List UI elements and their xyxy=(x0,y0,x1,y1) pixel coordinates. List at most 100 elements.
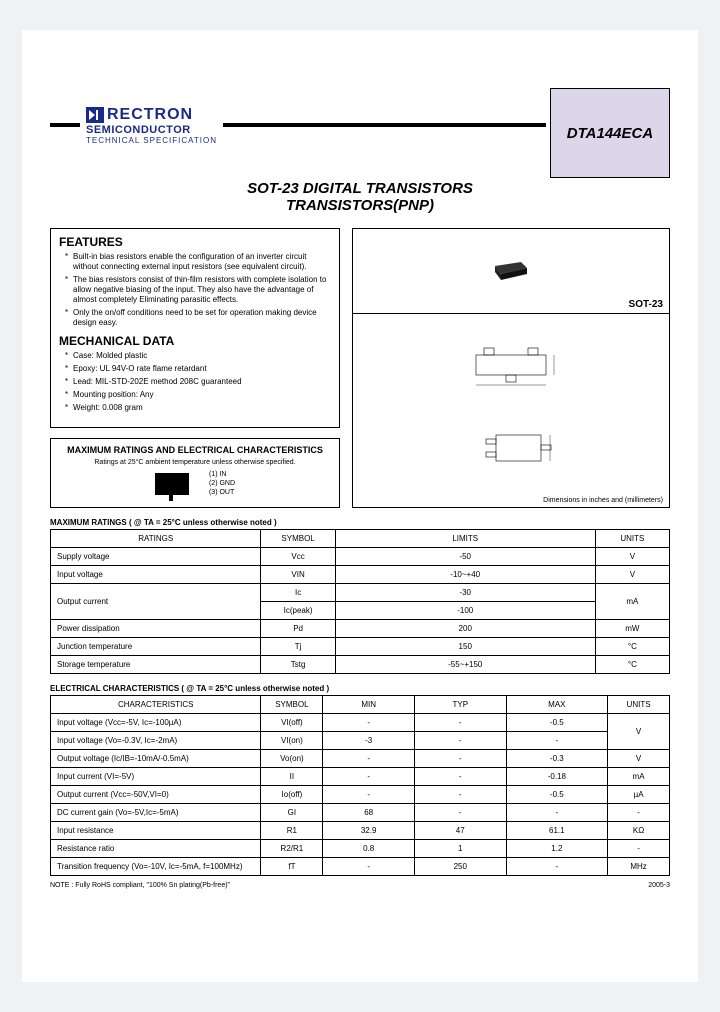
cell: VIN xyxy=(261,566,335,584)
cell: Input voltage xyxy=(51,566,261,584)
cell: V xyxy=(595,566,669,584)
cell: - xyxy=(414,714,506,732)
col-char: CHARACTERISTICS xyxy=(51,696,261,714)
maxchar-title: MAXIMUM RATINGS AND ELECTRICAL CHARACTER… xyxy=(61,445,329,455)
table-row: Supply voltage Vcc -50 V xyxy=(51,548,670,566)
cell: - xyxy=(323,750,415,768)
cell: V xyxy=(595,548,669,566)
cell: 150 xyxy=(335,638,595,656)
cell: Vcc xyxy=(261,548,335,566)
cell: Tstg xyxy=(261,656,335,674)
table-row: DC current gain (Vo=-5V,Ic=-5mA) GI 68 -… xyxy=(51,804,670,822)
cell: µA xyxy=(608,786,670,804)
cell: Transition frequency (Vo=-10V, Ic=-5mA, … xyxy=(51,858,261,876)
cell: Ic xyxy=(261,584,335,602)
cell: - xyxy=(506,804,608,822)
features-list: Built-in bias resistors enable the confi… xyxy=(59,252,331,328)
table-header-row: CHARACTERISTICS SYMBOL MIN TYP MAX UNITS xyxy=(51,696,670,714)
cell: 200 xyxy=(335,620,595,638)
cell: MHz xyxy=(608,858,670,876)
brand-logo: RECTRON SEMICONDUCTOR TECHNICAL SPECIFIC… xyxy=(86,106,217,145)
page-title: SOT-23 DIGITAL TRANSISTORS TRANSISTORS(P… xyxy=(50,180,670,214)
cell: VI(off) xyxy=(261,714,323,732)
footer-rev: 2005-3 xyxy=(648,882,670,889)
left-column: FEATURES Built-in bias resistors enable … xyxy=(50,228,340,508)
cell: mW xyxy=(595,620,669,638)
cell: 250 xyxy=(414,858,506,876)
part-number-box: DTA144ECA xyxy=(550,88,670,178)
max-ratings-title: MAXIMUM RATINGS ( @ TA = 25°C unless oth… xyxy=(50,518,670,527)
cell: - xyxy=(506,858,608,876)
col-limits: LIMITS xyxy=(335,530,595,548)
cell: -0.3 xyxy=(506,750,608,768)
cell: -3 xyxy=(323,732,415,750)
cell: - xyxy=(414,804,506,822)
cell: Input voltage (Vo=-0.3V, Ic=-2mA) xyxy=(51,732,261,750)
dimension-note: Dimensions in inches and (millimeters) xyxy=(543,497,663,504)
cell: °C xyxy=(595,656,669,674)
table-row: Junction temperature Tj 150 °C xyxy=(51,638,670,656)
datasheet-page: RECTRON SEMICONDUCTOR TECHNICAL SPECIFIC… xyxy=(22,30,698,982)
elec-char-table: CHARACTERISTICS SYMBOL MIN TYP MAX UNITS… xyxy=(50,695,670,876)
cell: Io(off) xyxy=(261,786,323,804)
max-ratings-table: RATINGS SYMBOL LIMITS UNITS Supply volta… xyxy=(50,529,670,674)
col-sym: SYMBOL xyxy=(261,696,323,714)
table-row: Resistance ratio R2/R1 0.8 1 1.2- xyxy=(51,840,670,858)
cell: -30 xyxy=(335,584,595,602)
cell: Junction temperature xyxy=(51,638,261,656)
footprint-side-icon xyxy=(446,425,576,475)
elec-char-title: ELECTRICAL CHARACTERISTICS ( @ TA = 25°C… xyxy=(50,684,670,693)
cell: Storage temperature xyxy=(51,656,261,674)
table-row: Input voltage (Vo=-0.3V, Ic=-2mA) VI(on)… xyxy=(51,732,670,750)
cell: 0.8 xyxy=(323,840,415,858)
cell: VI(on) xyxy=(261,732,323,750)
package-label: SOT-23 xyxy=(629,299,663,310)
table-row: Output voltage (Ic/IB=-10mA/-0.5mA) Vo(o… xyxy=(51,750,670,768)
cell: mA xyxy=(595,584,669,620)
col-units: UNITS xyxy=(595,530,669,548)
cell: - xyxy=(323,714,415,732)
cell: - xyxy=(323,858,415,876)
package-box: SOT-23 Dimensions in xyxy=(352,228,670,508)
pin-1: (1) IN xyxy=(209,470,235,479)
cell: V xyxy=(608,714,670,750)
title-line-2: TRANSISTORS(PNP) xyxy=(50,197,670,214)
cell: -10~+40 xyxy=(335,566,595,584)
mech-list: Case: Molded plastic Epoxy: UL 94V-O rat… xyxy=(59,351,331,413)
cell: mA xyxy=(608,768,670,786)
pinout-row: (1) IN (2) GND (3) OUT xyxy=(61,470,329,497)
mech-item: Mounting position: Any xyxy=(65,390,331,400)
cell: Power dissipation xyxy=(51,620,261,638)
mech-heading: MECHANICAL DATA xyxy=(59,334,331,348)
cell: -55~+150 xyxy=(335,656,595,674)
part-number: DTA144ECA xyxy=(567,125,653,142)
cell: -0.5 xyxy=(506,786,608,804)
mech-item: Lead: MIL-STD-202E method 208C guarantee… xyxy=(65,377,331,387)
cell: Output current (Vcc=-50V,VI=0) xyxy=(51,786,261,804)
cell: Input current (VI=-5V) xyxy=(51,768,261,786)
cell: - xyxy=(608,804,670,822)
table-row: Storage temperature Tstg -55~+150 °C xyxy=(51,656,670,674)
sot23-3d-icon xyxy=(491,260,531,282)
cell: -0.5 xyxy=(506,714,608,732)
rule-mid xyxy=(223,123,546,127)
table-row: Input voltage (Vcc=-5V, Ic=-100µA) VI(of… xyxy=(51,714,670,732)
feature-item: The bias resistors consist of thin-film … xyxy=(65,275,331,305)
cell: 1 xyxy=(414,840,506,858)
table-row: Input current (VI=-5V) II - - -0.18mA xyxy=(51,768,670,786)
table-row: Input voltage VIN -10~+40 V xyxy=(51,566,670,584)
col-units: UNITS xyxy=(608,696,670,714)
table-row: Power dissipation Pd 200 mW xyxy=(51,620,670,638)
cell: - xyxy=(414,750,506,768)
cell: R1 xyxy=(261,822,323,840)
cell: - xyxy=(323,768,415,786)
package-image-top: SOT-23 xyxy=(353,229,669,314)
pinout-chip-icon xyxy=(155,473,189,495)
package-dimensions: Dimensions in inches and (millimeters) xyxy=(353,314,669,507)
pin-3: (3) OUT xyxy=(209,488,235,497)
features-box: FEATURES Built-in bias resistors enable … xyxy=(50,228,340,428)
col-symbol: SYMBOL xyxy=(261,530,335,548)
table-row: Transition frequency (Vo=-10V, Ic=-5mA, … xyxy=(51,858,670,876)
footer-note: NOTE : Fully RoHS compliant, "100% Sn pl… xyxy=(50,882,230,889)
cell: Supply voltage xyxy=(51,548,261,566)
